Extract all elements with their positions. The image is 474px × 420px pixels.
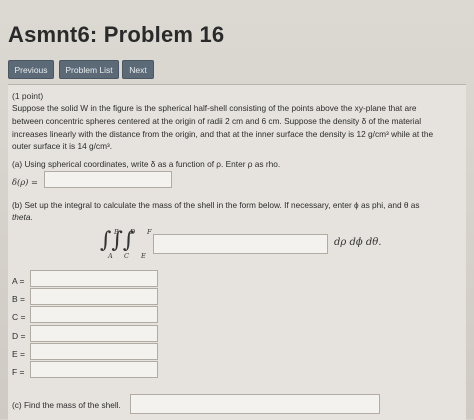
statement-line-1: Suppose the solid W in the figure is the… — [12, 103, 417, 113]
mass-input[interactable] — [130, 394, 380, 414]
limit-c: C — [124, 252, 129, 260]
f-input[interactable] — [30, 361, 158, 378]
next-button[interactable]: Next — [122, 60, 154, 79]
d-input[interactable] — [30, 325, 158, 342]
e-input[interactable] — [30, 343, 158, 360]
f-label: F = — [12, 367, 25, 377]
integrand-input[interactable] — [153, 234, 328, 254]
part-c-prompt: (c) Find the mass of the shell. — [12, 400, 121, 410]
page-title: Asmnt6: Problem 16 — [8, 22, 225, 47]
part-a-label: δ(ρ) = — [12, 177, 38, 187]
limit-d: D — [130, 228, 136, 236]
limit-b: B — [114, 228, 119, 236]
a-input[interactable] — [30, 270, 158, 287]
differentials-label: dρ dϕ dθ. — [334, 237, 382, 248]
points-label: (1 point) — [12, 91, 44, 101]
a-label: A = — [12, 276, 25, 286]
part-a-prompt: (a) Using spherical coordinates, write δ… — [12, 159, 281, 169]
d-label: D = — [12, 331, 26, 341]
part-b-prompt-2: theta. — [12, 212, 33, 222]
problem-statement: Suppose the solid W in the figure is the… — [12, 102, 462, 153]
c-input[interactable] — [30, 306, 158, 323]
statement-line-2: between concentric spheres centered at t… — [12, 115, 422, 126]
delta-rho-input[interactable] — [44, 171, 172, 188]
limit-a: A — [108, 252, 113, 260]
previous-button[interactable]: Previous — [8, 60, 54, 79]
problem-list-button[interactable]: Problem List — [59, 60, 119, 79]
c-label: C = — [12, 312, 26, 322]
statement-line-4: outer surface it is 14 g/cm³. — [12, 141, 113, 152]
part-b-prompt: (b) Set up the integral to calculate the… — [12, 200, 420, 210]
limit-e: E — [141, 252, 146, 260]
statement-line-3: increases linearly with the distance fro… — [12, 128, 434, 139]
b-label: B = — [12, 294, 25, 304]
limit-f: F — [147, 228, 152, 236]
e-label: E = — [12, 349, 25, 359]
b-input[interactable] — [30, 288, 158, 305]
